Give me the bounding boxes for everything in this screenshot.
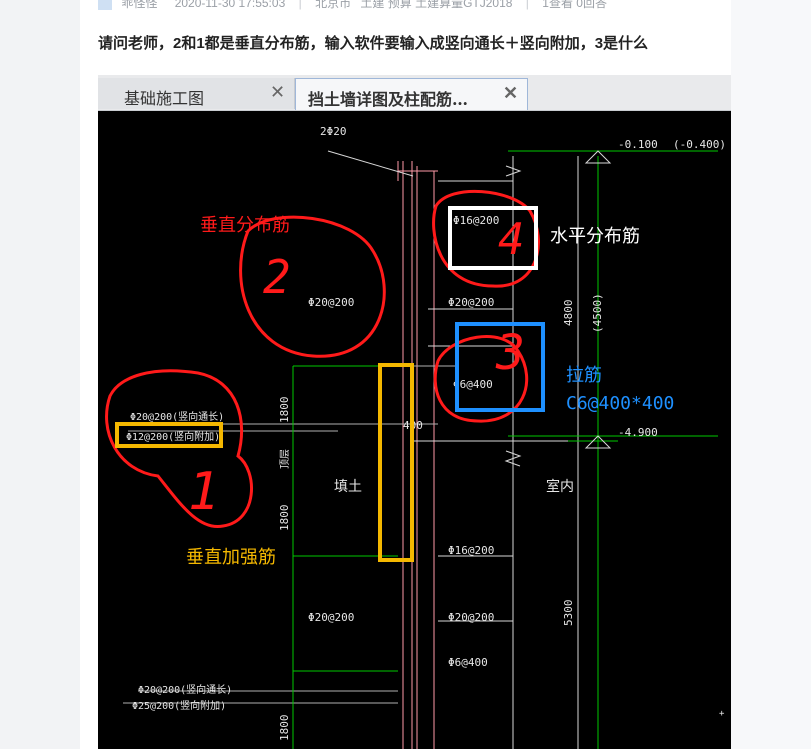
post-location: 北京市 bbox=[315, 0, 352, 10]
cad-label-dim-1800-lower: 1800 bbox=[278, 505, 291, 532]
cad-label-tie-lower: Φ6@400 bbox=[448, 656, 488, 669]
post-meta: 乖怪怪 2020-11-30 17:55:03 | 北京市 土建 预算 土建算量… bbox=[98, 0, 607, 12]
cad-label-bottom-callout-1: Φ20@200(竖向通长) bbox=[138, 683, 232, 696]
cad-label-horizontal-dist: Φ16@200 bbox=[453, 214, 499, 227]
post-category[interactable]: 土建 预算 土建算量GTJ2018 bbox=[360, 0, 512, 10]
tab-foundation-drawing[interactable]: 基础施工图 ✕ bbox=[98, 78, 295, 109]
annotation-number-1: 1 bbox=[188, 462, 219, 522]
cad-label-dim-4800: 4800 bbox=[562, 300, 575, 327]
annotation-tie: 拉筋 bbox=[566, 365, 602, 386]
cad-label-left-callout-1: Φ20@200(竖向通长) bbox=[130, 410, 224, 423]
red-markup bbox=[105, 189, 540, 528]
left-gutter bbox=[0, 0, 80, 749]
avatar[interactable] bbox=[98, 0, 112, 10]
cad-label-dim-1800-bottom: 1800 bbox=[278, 715, 291, 742]
annotation-horizontal-dist: 水平分布筋 bbox=[550, 226, 640, 247]
cad-drawing: 2Φ20 -0.100 (-0.400) Φ16@200 Φ20@200 Φ20… bbox=[105, 125, 726, 749]
tab-retaining-wall-detail[interactable]: 挡土墙详图及柱配筋… ✕ bbox=[295, 78, 528, 110]
corner-marker: + bbox=[719, 709, 725, 719]
cad-label-bottom-callout-2: Φ25@200(竖向附加) bbox=[132, 699, 226, 712]
tab-label: 基础施工图 bbox=[124, 89, 205, 108]
tab-label: 挡土墙详图及柱配筋… bbox=[308, 90, 469, 109]
annotation-text: 垂直分布筋 水平分布筋 拉筋 C6@400*400 垂直加强筋 bbox=[186, 215, 674, 568]
post-stats: 1查看 0回答 bbox=[542, 0, 607, 10]
cad-label-dim-5300: 5300 bbox=[562, 600, 575, 627]
vertical-reinf-highlight bbox=[378, 363, 414, 562]
meta-divider: | bbox=[298, 0, 302, 10]
cad-label-indoor: 室内 bbox=[546, 478, 574, 495]
meta-divider: | bbox=[525, 0, 529, 10]
cad-label-top-bar: 2Φ20 bbox=[320, 125, 347, 138]
annotation-tie-spec: C6@400*400 bbox=[566, 393, 674, 414]
wall-outline bbox=[397, 161, 438, 749]
cad-label-soil: 填土 bbox=[334, 479, 362, 495]
post-datetime: 2020-11-30 17:55:03 bbox=[174, 0, 286, 10]
cad-label-elev-mid: -4.900 bbox=[618, 426, 658, 439]
cad-label-dim-4500: (4500) bbox=[591, 293, 604, 333]
cad-label-vert-left-lower: Φ20@200 bbox=[308, 611, 354, 624]
cad-label-left-callout-2: Φ12@200(竖向附加) bbox=[126, 430, 220, 443]
cad-label-lower-horizontal: Φ16@200 bbox=[448, 544, 494, 557]
close-icon[interactable]: ✕ bbox=[503, 83, 518, 104]
author-name[interactable]: 乖怪怪 bbox=[121, 0, 157, 10]
cad-label-vert-right-upper: Φ20@200 bbox=[448, 296, 494, 309]
cad-label-vert-right-lower: Φ20@200 bbox=[448, 611, 494, 624]
question-title: 请问老师，2和1都是垂直分布筋，输入软件要输入成竖向通长＋竖向附加，3是什么 bbox=[98, 35, 649, 52]
close-icon[interactable]: ✕ bbox=[270, 82, 285, 103]
cad-label-side: 顶层 bbox=[279, 449, 291, 469]
cad-drawing-viewport[interactable]: 2Φ20 -0.100 (-0.400) Φ16@200 Φ20@200 Φ20… bbox=[98, 111, 731, 749]
cad-label-elev-top: -0.100 bbox=[618, 138, 658, 151]
cad-label-vert-left-upper: Φ20@200 bbox=[308, 296, 354, 309]
annotation-vertical-reinf: 垂直加强筋 bbox=[186, 547, 276, 568]
annotation-number-3: 3 bbox=[495, 325, 525, 381]
annotation-vertical-dist: 垂直分布筋 bbox=[200, 215, 290, 236]
cad-label-elev-top-paren: (-0.400) bbox=[673, 138, 726, 151]
red-number-labels: 2 1 3 4 bbox=[188, 214, 525, 522]
annotation-number-2: 2 bbox=[263, 250, 291, 304]
cad-label-dim-1800-upper: 1800 bbox=[278, 397, 291, 424]
annotation-number-4: 4 bbox=[498, 214, 525, 265]
drawing-tab-bar: 基础施工图 ✕ 挡土墙详图及柱配筋… ✕ bbox=[98, 75, 731, 111]
